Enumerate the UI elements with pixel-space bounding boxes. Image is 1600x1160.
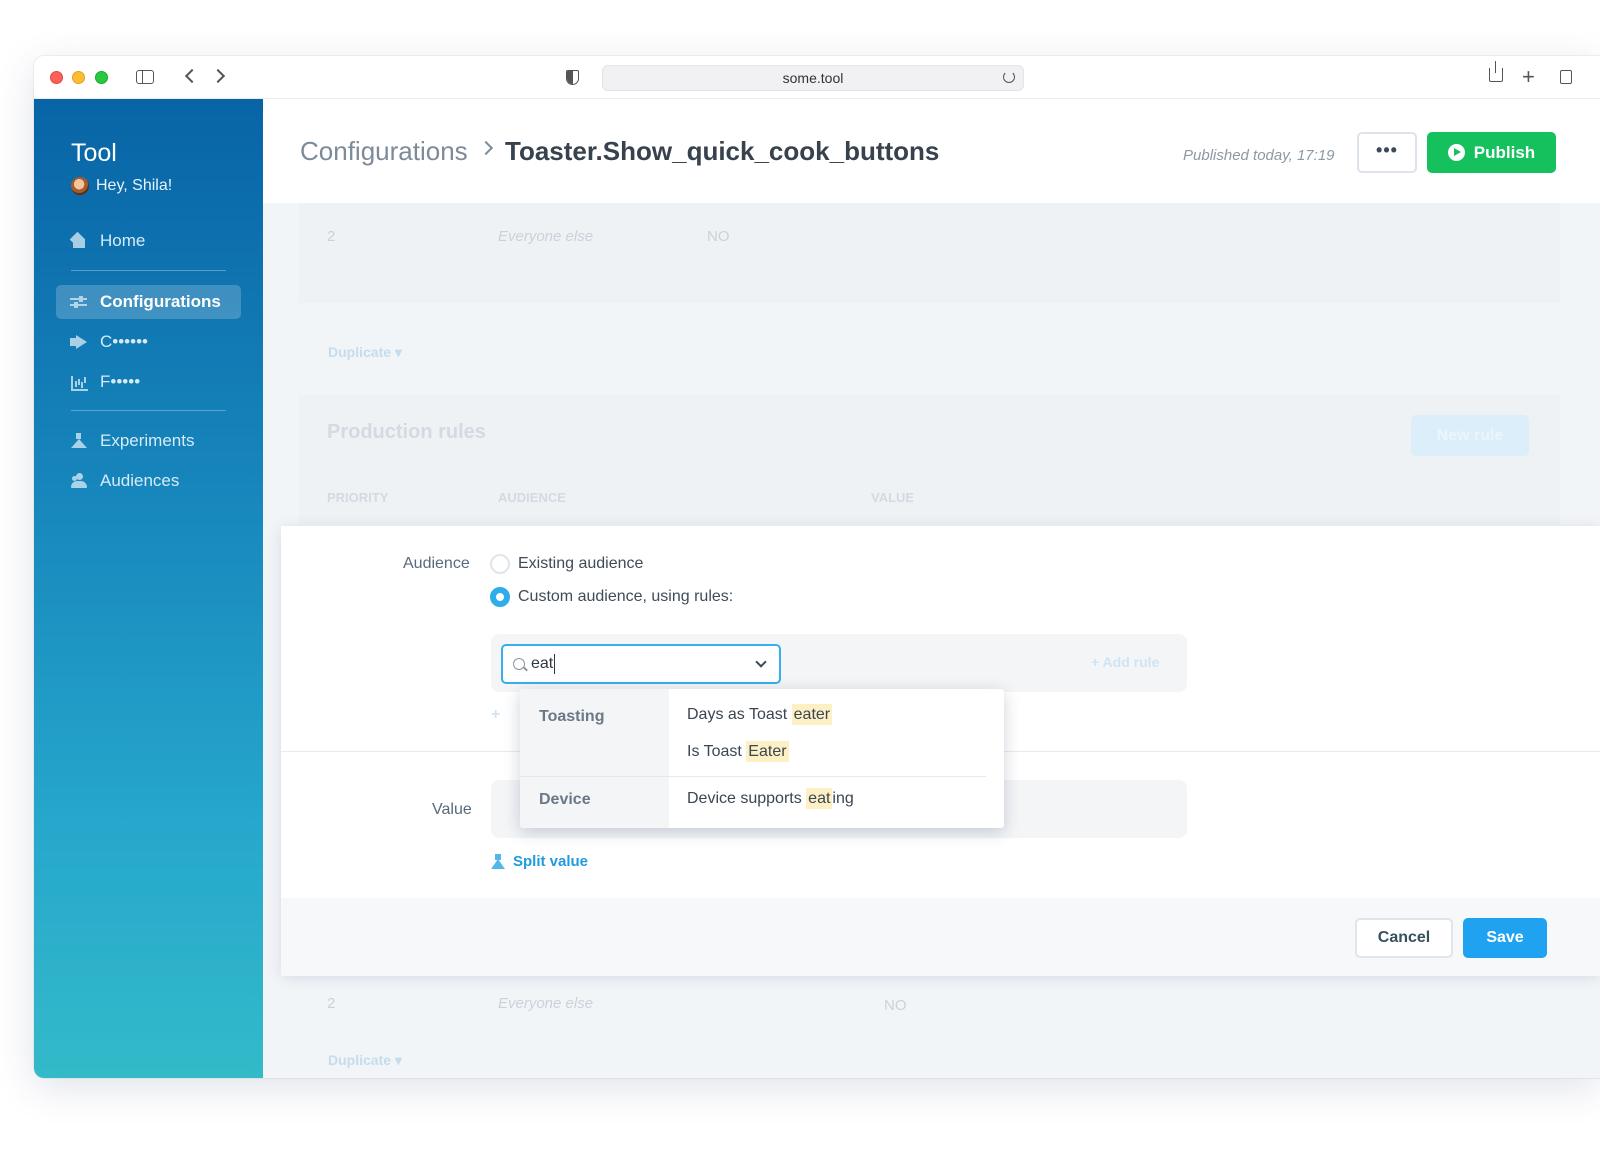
column-header-audience: AUDIENCE bbox=[498, 490, 566, 505]
sidebar-toggle-icon[interactable] bbox=[136, 70, 154, 84]
forward-chevron-icon[interactable] bbox=[210, 68, 226, 84]
address-bar[interactable]: some.tool bbox=[602, 65, 1024, 91]
dropdown-divider bbox=[520, 776, 669, 777]
duplicate-link[interactable]: Duplicate ▾ bbox=[328, 1052, 402, 1069]
sliders-icon bbox=[70, 294, 88, 310]
section-title: Production rules bbox=[327, 421, 486, 443]
sidebar-item-label: Experiments bbox=[100, 431, 195, 450]
tab-overview-icon[interactable] bbox=[1560, 70, 1572, 84]
flask-icon bbox=[70, 433, 88, 449]
chevron-down-icon[interactable] bbox=[755, 656, 767, 668]
background-rule-row: 2 Everyone else NO bbox=[299, 203, 1560, 303]
sidebar-item-label: Configurations bbox=[100, 292, 221, 311]
sidebar-item-label: Audiences bbox=[100, 471, 180, 490]
option-text: Days as Toast bbox=[687, 706, 792, 723]
option-text: Device supports bbox=[687, 790, 807, 807]
new-rule-button[interactable]: New rule bbox=[1411, 415, 1529, 456]
split-value-label: Split value bbox=[513, 853, 589, 870]
sidebar-item-audiences[interactable]: Audiences bbox=[56, 464, 241, 498]
rule-value: NO bbox=[884, 997, 907, 1014]
sidebar-item-label: F••••• bbox=[100, 372, 141, 391]
url-text: some.tool bbox=[782, 70, 844, 86]
close-window-button[interactable] bbox=[50, 71, 63, 84]
dropdown-group-device: Device bbox=[539, 791, 591, 808]
existing-audience-label[interactable]: Existing audience bbox=[518, 555, 643, 573]
rule-priority: 2 bbox=[327, 995, 336, 1012]
sidebar-divider bbox=[71, 410, 226, 411]
sidebar-item-experiments[interactable]: Experiments bbox=[56, 424, 241, 458]
cancel-button[interactable]: Cancel bbox=[1355, 918, 1453, 958]
publish-label: Publish bbox=[1473, 142, 1536, 162]
add-rule-button[interactable]: + Add rule bbox=[1091, 654, 1159, 670]
panel-footer: Cancel Save bbox=[281, 898, 1600, 976]
existing-audience-radio[interactable] bbox=[490, 554, 510, 574]
chart-icon bbox=[70, 374, 88, 391]
breadcrumb-root-link[interactable]: Configurations bbox=[300, 136, 468, 167]
dropdown-group-toasting: Toasting bbox=[539, 708, 605, 725]
megaphone-icon bbox=[70, 334, 88, 350]
add-condition-plus-icon[interactable]: + bbox=[491, 706, 500, 724]
browser-window: some.tool + Tool Hey, Shila! Home Config… bbox=[34, 56, 1600, 1078]
more-options-button[interactable]: ••• bbox=[1357, 132, 1417, 173]
match-highlight: eater bbox=[791, 704, 833, 725]
publish-button[interactable]: Publish bbox=[1427, 132, 1556, 173]
audience-label: Audience bbox=[403, 555, 470, 572]
greeting-text: Hey, Shila! bbox=[96, 177, 173, 194]
new-tab-plus-icon[interactable]: + bbox=[1522, 64, 1535, 90]
minimize-window-button[interactable] bbox=[72, 71, 85, 84]
sidebar-item-configurations[interactable]: Configurations bbox=[56, 285, 241, 319]
attribute-dropdown: Toasting Device Days as Toast eater Is T… bbox=[520, 689, 1004, 828]
match-highlight: Eater bbox=[746, 741, 789, 762]
reload-icon[interactable] bbox=[1003, 71, 1015, 83]
home-icon bbox=[70, 233, 88, 249]
privacy-shield-icon[interactable] bbox=[566, 70, 579, 85]
dropdown-option[interactable]: Device supports eat ing bbox=[687, 788, 854, 809]
rule-audience: Everyone else bbox=[498, 995, 594, 1012]
dropdown-option[interactable]: Days as Toast eater bbox=[687, 704, 833, 725]
page-title: Toaster.Show_quick_cook_buttons bbox=[505, 136, 940, 166]
custom-audience-radio[interactable] bbox=[490, 587, 510, 607]
app-title: Tool bbox=[71, 139, 117, 167]
sidebar-item-f[interactable]: F••••• bbox=[56, 365, 241, 399]
main-content: Configurations Toaster.Show_quick_cook_b… bbox=[263, 99, 1600, 1078]
attribute-search-select[interactable]: eat bbox=[501, 644, 781, 684]
rule-value: NO bbox=[707, 228, 730, 245]
option-text: Is Toast bbox=[687, 743, 747, 760]
share-icon[interactable] bbox=[1489, 61, 1503, 82]
custom-audience-label[interactable]: Custom audience, using rules: bbox=[518, 588, 733, 606]
back-chevron-icon[interactable] bbox=[184, 68, 200, 84]
search-input[interactable]: eat bbox=[531, 654, 556, 674]
breadcrumb-chevron-icon bbox=[478, 140, 494, 156]
sidebar-divider bbox=[71, 270, 226, 271]
sidebar-item-c[interactable]: C•••••• bbox=[56, 325, 241, 359]
sidebar-item-label: C•••••• bbox=[100, 332, 148, 351]
split-value-button[interactable]: Split value bbox=[491, 853, 588, 870]
rule-audience: Everyone else bbox=[498, 228, 594, 245]
rule-priority: 2 bbox=[327, 228, 336, 245]
users-icon bbox=[70, 473, 88, 489]
dropdown-divider bbox=[669, 776, 986, 777]
sidebar-item-label: Home bbox=[100, 231, 146, 250]
duplicate-link[interactable]: Duplicate ▾ bbox=[328, 344, 402, 361]
play-icon bbox=[1447, 144, 1465, 161]
column-header-priority: PRIORITY bbox=[327, 490, 389, 505]
user-greeting: Hey, Shila! bbox=[71, 177, 172, 195]
published-status: Published today, 17:19 bbox=[1183, 147, 1335, 164]
dropdown-option[interactable]: Is Toast Eater bbox=[687, 741, 789, 762]
save-button[interactable]: Save bbox=[1463, 918, 1547, 958]
edit-rule-panel: Audience Existing audience Custom audien… bbox=[281, 526, 1600, 976]
match-highlight: eat bbox=[806, 788, 833, 809]
sidebar: Tool Hey, Shila! Home Configurations C••… bbox=[34, 99, 263, 1078]
sidebar-item-home[interactable]: Home bbox=[56, 224, 241, 258]
column-header-value: VALUE bbox=[871, 490, 915, 505]
flask-icon bbox=[491, 854, 505, 869]
search-icon bbox=[513, 658, 525, 670]
zoom-window-button[interactable] bbox=[95, 71, 108, 84]
value-label: Value bbox=[432, 801, 472, 818]
browser-titlebar: some.tool + bbox=[34, 56, 1600, 99]
option-text-suffix: ing bbox=[832, 790, 854, 807]
production-rules-section: Production rules PRIORITY AUDIENCE VALUE bbox=[299, 395, 1560, 525]
avatar bbox=[71, 177, 89, 195]
page-header: Configurations Toaster.Show_quick_cook_b… bbox=[263, 99, 1600, 203]
